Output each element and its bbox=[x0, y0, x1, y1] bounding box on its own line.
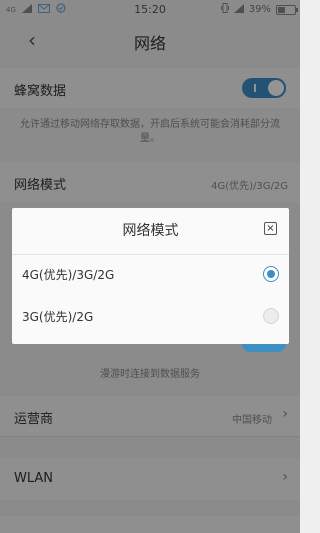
radio-unselected[interactable] bbox=[263, 308, 279, 324]
option-4g-preferred[interactable]: 4G(优先)/3G/2G bbox=[12, 254, 289, 294]
dialog-title: 网络模式 bbox=[122, 223, 179, 239]
option-label: 3G(优先)/2G bbox=[22, 310, 94, 324]
option-3g-preferred[interactable]: 3G(优先)/2G bbox=[12, 296, 289, 336]
radio-selected[interactable] bbox=[263, 266, 279, 282]
roaming-toggle bbox=[242, 344, 286, 352]
network-mode-dialog: 网络模式 × 4G(优先)/3G/2G 3G(优先)/2G bbox=[12, 208, 289, 344]
close-icon[interactable]: × bbox=[264, 222, 277, 235]
option-label: 4G(优先)/3G/2G bbox=[22, 268, 115, 282]
